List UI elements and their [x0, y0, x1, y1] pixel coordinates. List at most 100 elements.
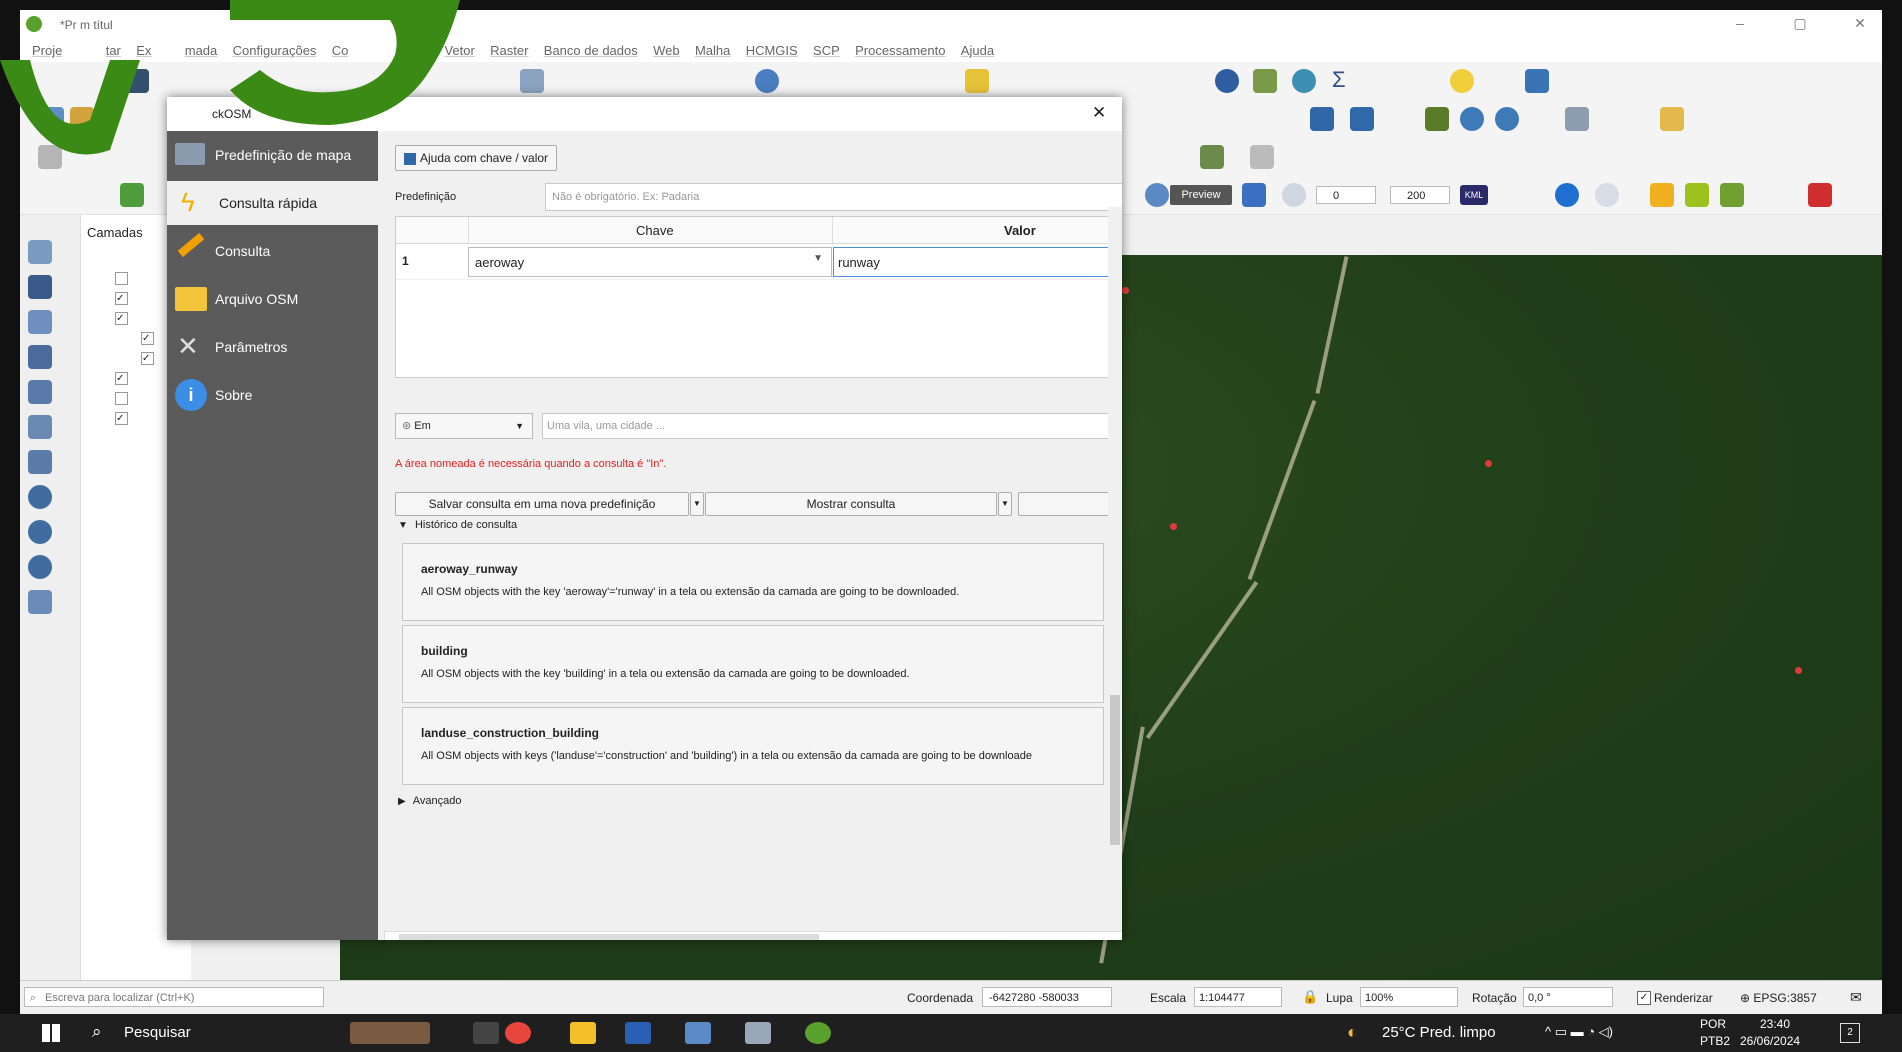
layer-checkbox[interactable]: ✓ — [141, 332, 154, 345]
advanced-toggle[interactable]: ▶ Avançado — [398, 795, 462, 807]
taskbar-search-icon[interactable]: ⌕ — [92, 1022, 102, 1042]
value-input[interactable]: runway — [833, 247, 1122, 277]
horizontal-scrollbar[interactable] — [384, 931, 1122, 940]
help-icon[interactable] — [1350, 107, 1374, 131]
menu-item[interactable]: SCP — [813, 43, 840, 58]
new-layer-icon[interactable] — [28, 590, 52, 614]
map-point[interactable] — [1122, 287, 1129, 294]
taskbar-search-text[interactable]: Pesquisar — [124, 1024, 191, 1041]
render-checkbox[interactable]: ✓ — [1637, 991, 1651, 1005]
windows-start-icon[interactable] — [42, 1024, 60, 1042]
zoom-in-icon[interactable] — [520, 69, 544, 93]
preset-input[interactable]: Não é obrigatório. Ex: Padaria — [545, 183, 1122, 211]
dialog-close-icon[interactable]: ✕ — [1092, 103, 1106, 123]
attribute-table-icon[interactable] — [1253, 69, 1277, 93]
taskbar-app-icon[interactable] — [350, 1022, 430, 1044]
layer-checkbox[interactable]: ✓ — [115, 292, 128, 305]
digitize-icon[interactable] — [1565, 107, 1589, 131]
run-query-button[interactable] — [1018, 492, 1122, 516]
layer-checkbox[interactable] — [115, 272, 128, 285]
weather-text[interactable]: 25°C Pred. limpo — [1382, 1024, 1496, 1041]
key-combobox[interactable]: aeroway ▼ — [468, 247, 832, 277]
identify-feature-icon[interactable] — [1145, 183, 1169, 207]
scroll-thumb[interactable] — [1110, 695, 1120, 845]
coordinate-field[interactable]: -6427280 -580033 — [982, 987, 1112, 1007]
menu-item[interactable]: Web — [653, 43, 680, 58]
locator-search[interactable]: ⌕ Escreva para localizar (Ctrl+K) — [24, 987, 324, 1007]
star-icon[interactable] — [1660, 107, 1684, 131]
add-plus-icon[interactable] — [1242, 183, 1266, 207]
cloud-icon[interactable] — [1555, 183, 1579, 207]
node-tool-icon[interactable] — [1200, 145, 1224, 169]
t-value-field[interactable]: 0 — [1316, 186, 1376, 204]
zoom-full-icon[interactable] — [120, 183, 144, 207]
kml-button[interactable]: KML — [1460, 185, 1488, 205]
preview-button[interactable]: Preview — [1170, 185, 1232, 205]
add-wms-icon[interactable] — [28, 485, 52, 509]
rotation-field[interactable]: 0,0 ° — [1523, 987, 1613, 1007]
notification-icon[interactable]: 2 — [1840, 1023, 1860, 1043]
clock-date[interactable]: 26/06/2024 — [1740, 1034, 1800, 1048]
cube-icon[interactable] — [1650, 183, 1674, 207]
scroll-thumb[interactable] — [399, 934, 819, 940]
magnifier-field[interactable]: 100% — [1360, 987, 1458, 1007]
delete-icon[interactable] — [1250, 145, 1274, 169]
sidebar-item-query[interactable]: Consulta — [167, 229, 378, 273]
add-vector-layer-icon[interactable] — [28, 240, 52, 264]
sigma-icon[interactable]: Σ — [1332, 67, 1346, 93]
circle-tool-icon[interactable] — [1282, 183, 1306, 207]
app-icon[interactable] — [685, 1022, 711, 1044]
save-query-button[interactable]: Salvar consulta em uma nova predefinição — [395, 492, 689, 516]
history-item[interactable]: aeroway_runway All OSM objects with the … — [402, 543, 1104, 621]
add-mesh-icon[interactable] — [28, 310, 52, 334]
layer-checkbox[interactable]: ✓ — [115, 372, 128, 385]
map-point[interactable] — [1170, 523, 1177, 530]
tray-icons[interactable]: ^ ▭ ▬ ◔ ◁) — [1545, 1024, 1613, 1040]
globe-icon[interactable] — [1460, 107, 1484, 131]
history-toggle[interactable]: ▼ Histórico de consulta — [398, 519, 517, 531]
layer-checkbox[interactable]: ✓ — [141, 352, 154, 365]
settings-icon[interactable] — [1292, 69, 1316, 93]
word-icon[interactable] — [625, 1022, 651, 1044]
cube-green-icon[interactable] — [1685, 183, 1709, 207]
history-item[interactable]: landuse_construction_building All OSM ob… — [402, 707, 1104, 785]
add-raster-layer-icon[interactable] — [28, 275, 52, 299]
location-input[interactable]: Uma vila, uma cidade ... — [542, 413, 1122, 439]
messages-icon[interactable]: ✉ — [1850, 989, 1862, 1006]
close-icon[interactable]: ✕ — [1840, 15, 1880, 35]
globe-icon-2[interactable] — [1495, 107, 1519, 131]
menu-item[interactable]: Ajuda — [961, 43, 994, 58]
layer-checkbox[interactable] — [115, 392, 128, 405]
map-point[interactable] — [1485, 460, 1492, 467]
sidebar-item-about[interactable]: i Sobre — [167, 373, 378, 417]
history-item[interactable]: building All OSM objects with the key 'b… — [402, 625, 1104, 703]
map-tips-icon[interactable] — [1450, 69, 1474, 93]
menu-item[interactable]: HCMGIS — [746, 43, 798, 58]
map-point[interactable] — [1795, 667, 1802, 674]
app-icon-2[interactable] — [745, 1022, 771, 1044]
save-query-dropdown[interactable]: ▼ — [690, 492, 704, 516]
minimize-icon[interactable]: – — [1720, 15, 1760, 35]
task-view-icon[interactable] — [473, 1022, 499, 1044]
menu-item[interactable]: Raster — [490, 43, 528, 58]
add-point-icon[interactable] — [28, 345, 52, 369]
cloud-outline-icon[interactable] — [1595, 183, 1619, 207]
select-icon[interactable] — [965, 69, 989, 93]
database-icon[interactable] — [1310, 107, 1334, 131]
add-wcs-icon[interactable] — [28, 555, 52, 579]
crs-button[interactable]: ⊕ EPSG:3857 — [1740, 991, 1817, 1005]
sidebar-item-parameters[interactable]: ✕ Parâmetros — [167, 325, 378, 369]
menu-item[interactable]: Malha — [695, 43, 730, 58]
refresh-icon[interactable] — [755, 69, 779, 93]
hammer-icon[interactable] — [1720, 183, 1744, 207]
layer-checkbox[interactable]: ✓ — [115, 412, 128, 425]
add-spatialite-icon[interactable] — [28, 415, 52, 439]
language-indicator-2[interactable]: PTB2 — [1700, 1034, 1730, 1048]
sidebar-item-quick-query[interactable]: ϟ Consulta rápida — [167, 181, 378, 225]
lock-icon[interactable]: 🔒 — [1302, 989, 1318, 1005]
scale-field[interactable]: 1:104477 — [1194, 987, 1282, 1007]
show-query-button[interactable]: Mostrar consulta — [705, 492, 997, 516]
show-query-dropdown[interactable]: ▼ — [998, 492, 1012, 516]
add-line-icon[interactable] — [28, 380, 52, 404]
qgis-taskbar-icon[interactable] — [805, 1022, 831, 1044]
